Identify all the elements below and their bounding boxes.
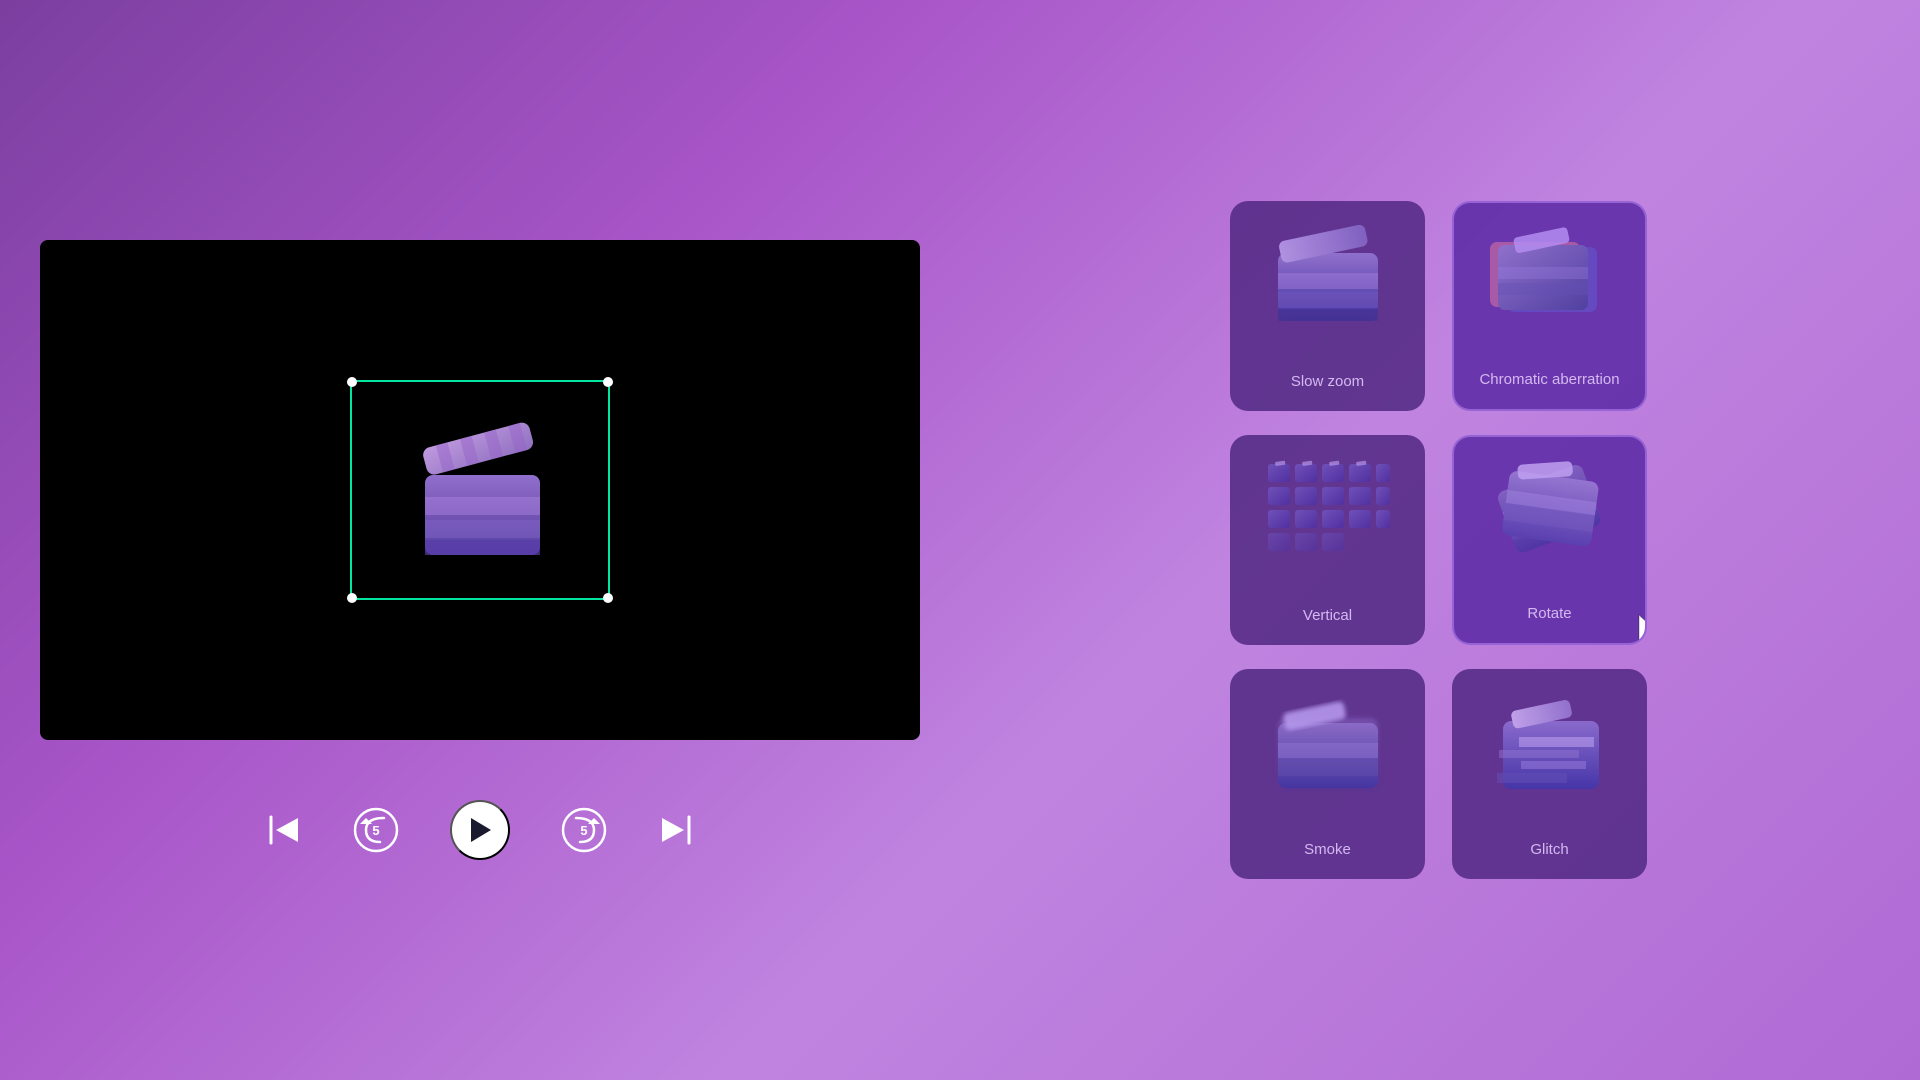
svg-text:5: 5 [372, 823, 379, 838]
effect-card-smoke[interactable]: Smoke [1230, 669, 1425, 879]
handle-top-left[interactable] [347, 377, 357, 387]
skip-forward-button[interactable]: 5 [560, 806, 608, 854]
effect-label-smoke: Smoke [1304, 840, 1351, 860]
play-button[interactable] [450, 800, 510, 860]
effect-thumbnail-smoke [1263, 693, 1393, 793]
effect-card-rotate[interactable]: Rotate [1452, 435, 1647, 645]
effect-thumbnail-chromatic-aberration [1485, 227, 1615, 327]
handle-top-right[interactable] [603, 377, 613, 387]
effect-label-glitch: Glitch [1530, 840, 1568, 860]
effect-card-vertical[interactable]: Vertical [1230, 435, 1425, 645]
effect-card-slow-zoom[interactable]: Slow zoom [1230, 201, 1425, 411]
handle-bottom-right[interactable] [603, 593, 613, 603]
skip-to-start-button[interactable] [266, 812, 302, 848]
effect-thumbnail-glitch [1485, 693, 1615, 793]
effect-label-slow-zoom: Slow zoom [1291, 372, 1364, 392]
effect-label-chromatic-aberration: Chromatic aberration [1479, 370, 1619, 390]
effect-thumbnail-slow-zoom [1263, 225, 1393, 325]
handle-bottom-left[interactable] [347, 593, 357, 603]
left-panel: 5 5 [0, 0, 960, 1080]
right-panel: Slow zoom [960, 0, 1920, 1080]
playback-controls: 5 5 [266, 800, 694, 860]
skip-back-button[interactable]: 5 [352, 806, 400, 854]
effect-card-chromatic-aberration[interactable]: Chromatic aberration [1452, 201, 1647, 411]
effect-card-glitch[interactable]: Glitch [1452, 669, 1647, 879]
cursor-arrow [1635, 613, 1647, 645]
effect-thumbnail-vertical [1263, 459, 1393, 559]
effects-grid: Slow zoom [1230, 201, 1650, 879]
effect-thumbnail-rotate [1485, 461, 1615, 561]
svg-text:5: 5 [580, 823, 587, 838]
skip-to-end-button[interactable] [658, 812, 694, 848]
video-canvas [40, 240, 920, 740]
effect-label-vertical: Vertical [1303, 606, 1352, 626]
effect-label-rotate: Rotate [1527, 604, 1571, 624]
selection-box [350, 380, 610, 600]
